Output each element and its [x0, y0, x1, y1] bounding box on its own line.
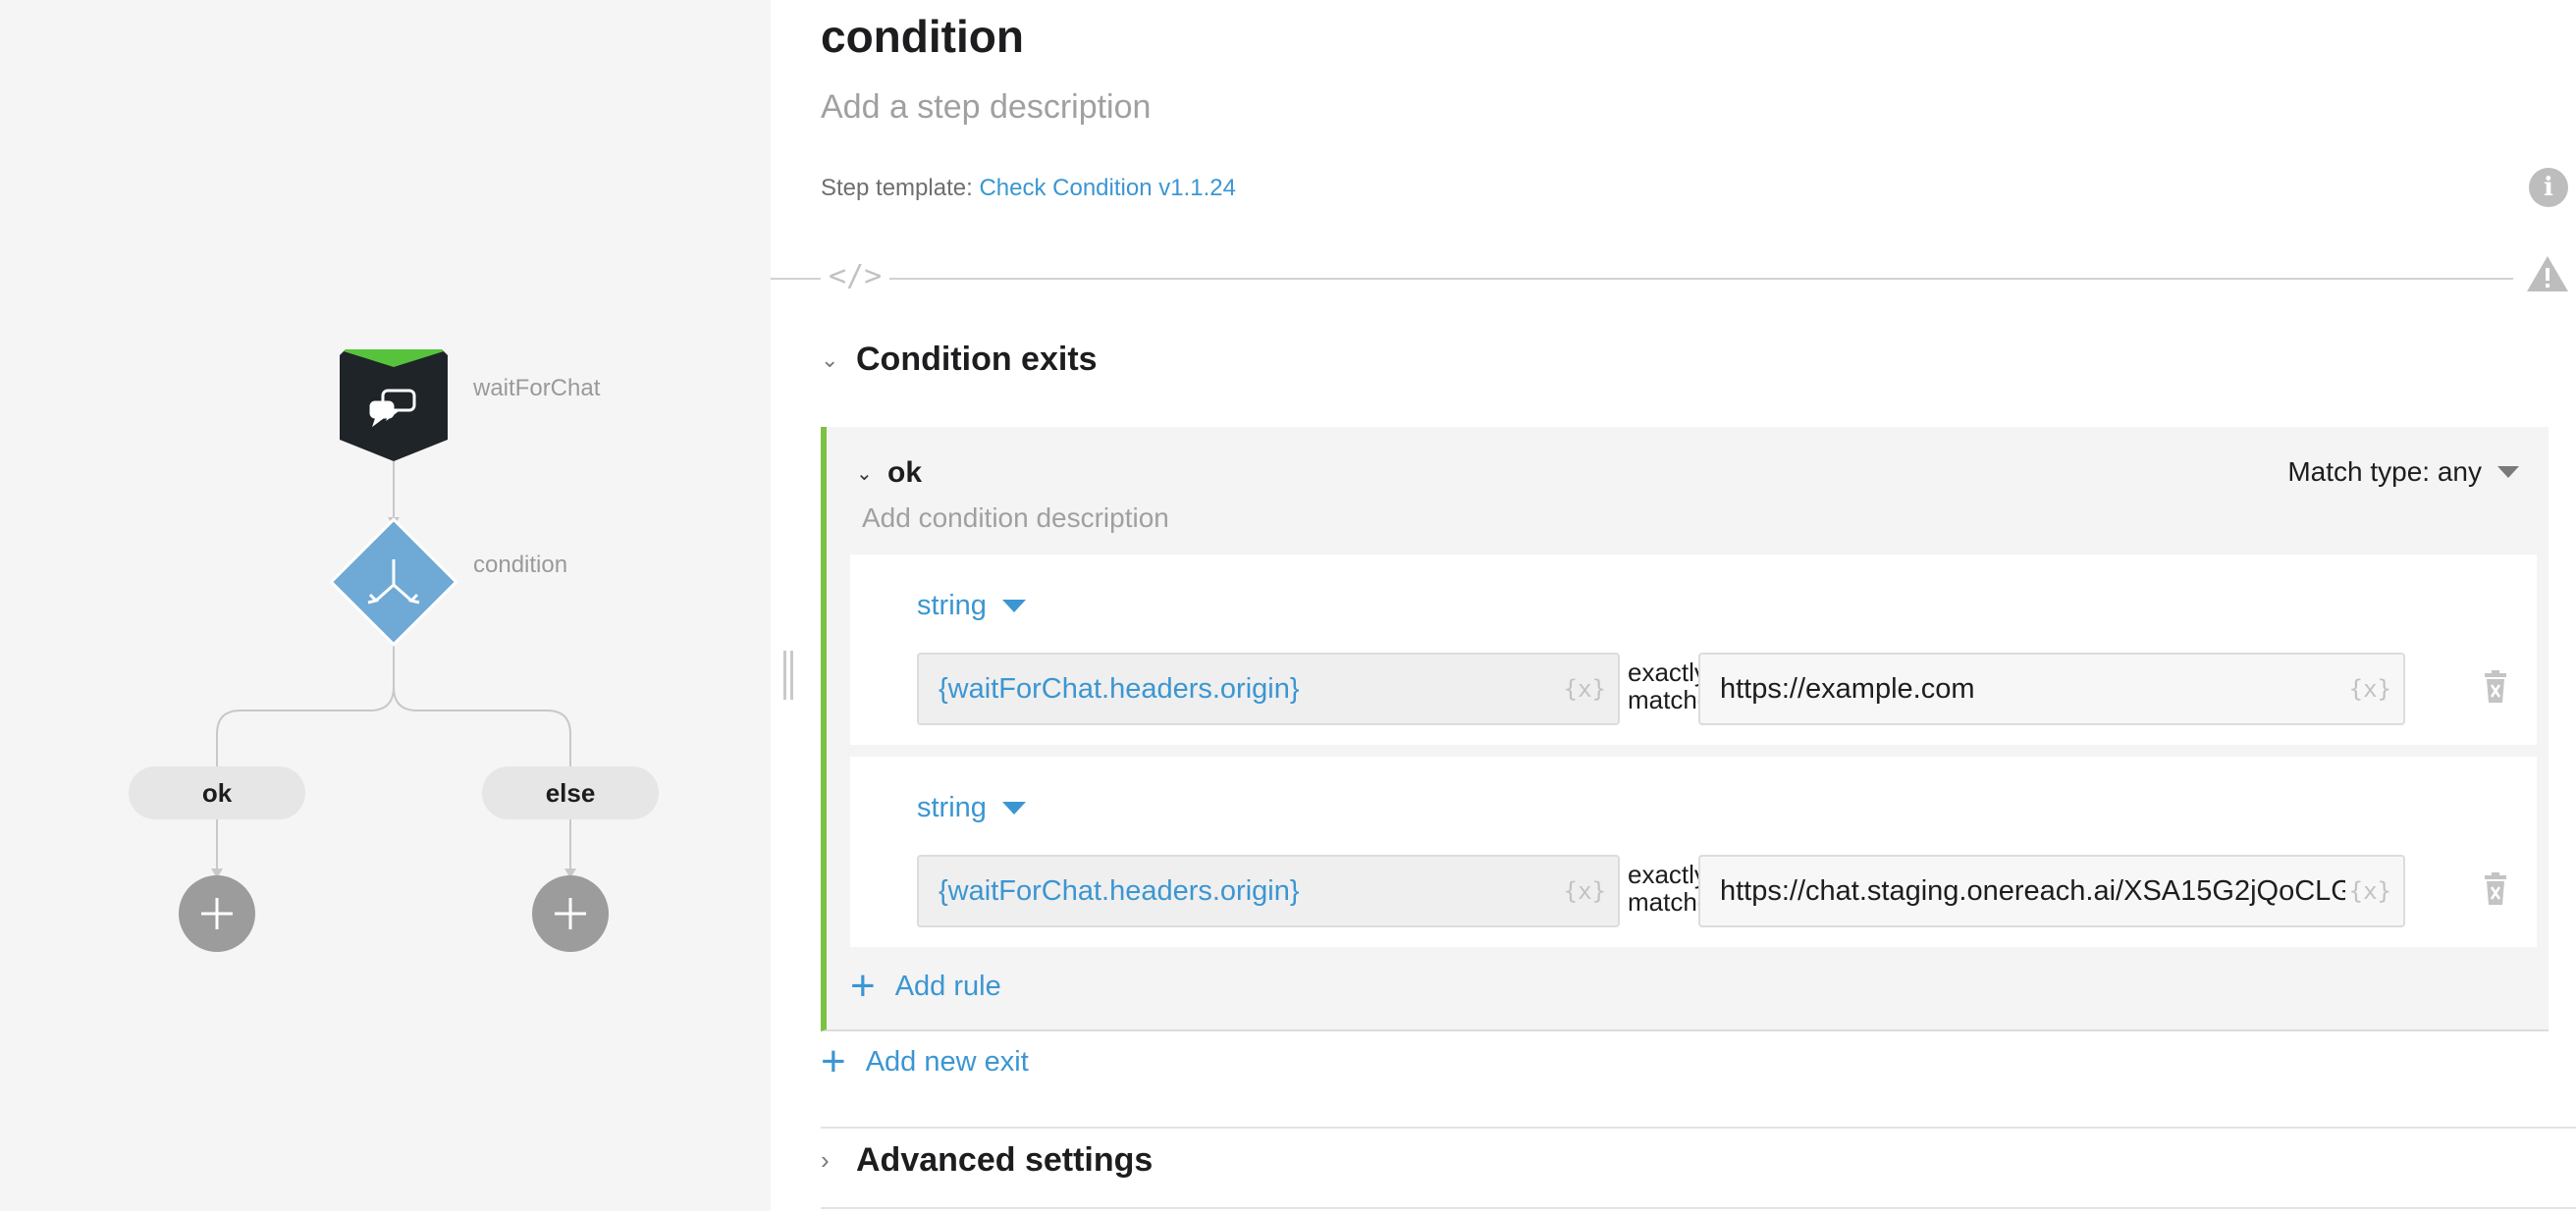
rule-left-operand-input[interactable]: {waitForChat.headers.origin} {x} [917, 855, 1620, 927]
plus-icon: + [850, 962, 876, 1010]
chevron-down-icon: ⌄ [856, 462, 873, 485]
add-rule-button[interactable]: + Add rule [850, 965, 1001, 1008]
variable-picker-icon[interactable]: {x} [2344, 675, 2391, 703]
exit-header[interactable]: ⌄ ok [856, 456, 922, 490]
step-template-link[interactable]: Check Condition v1.1.24 [979, 175, 1236, 201]
section-divider [821, 1207, 2576, 1209]
rule-right-operand-input[interactable]: https://chat.staging.onereach.ai/XSA15G2… [1698, 855, 2405, 927]
rule-operator-line1: exactly [1628, 860, 1707, 889]
section-divider [821, 1127, 2576, 1129]
exit-description-input[interactable]: Add condition description [862, 502, 1169, 534]
delete-rule-trash-icon[interactable] [2484, 670, 2507, 704]
rule-row: string {waitForChat.headers.origin} {x} … [850, 757, 2537, 947]
caret-down-icon [2497, 466, 2519, 478]
step-title[interactable]: condition [821, 10, 1024, 63]
advanced-settings-title: Advanced settings [856, 1141, 1154, 1179]
waitforchat-node-label: waitForChat [473, 375, 601, 401]
caret-down-icon [1001, 600, 1026, 612]
step-description-input[interactable]: Add a step description [821, 88, 1151, 127]
condition-exits-title: Condition exits [856, 341, 1098, 378]
rule-operator-dropdown[interactable]: exactly matches [1628, 860, 1761, 917]
code-divider [771, 278, 2513, 280]
exit-pill-ok[interactable]: ok [129, 766, 305, 819]
variable-picker-icon[interactable]: {x} [1559, 877, 1606, 905]
chevron-down-icon: ⌄ [821, 346, 839, 372]
rule-operator-line1: exactly [1628, 658, 1707, 687]
add-step-else-button[interactable] [532, 875, 609, 952]
match-type-dropdown[interactable]: Match type: any [2287, 456, 2519, 488]
rule-left-operand-value: {waitForChat.headers.origin} [939, 672, 1300, 705]
flow-connectors [211, 349, 576, 878]
rule-type-dropdown[interactable]: string [917, 792, 1026, 824]
step-template-prefix: Step template: [821, 175, 973, 201]
match-type-label: Match type: [2287, 456, 2431, 487]
rule-right-operand-value: https://example.com [1720, 672, 1975, 705]
rule-operator-line2: matches [1628, 887, 1725, 917]
code-view-toggle[interactable]: </> [821, 259, 890, 293]
add-new-exit-label: Add new exit [865, 1045, 1029, 1078]
advanced-settings-header[interactable]: › Advanced settings [821, 1141, 1153, 1180]
caret-down-icon [1001, 802, 1026, 815]
rule-right-operand-value: https://chat.staging.onereach.ai/XSA15G2… [1720, 874, 2353, 907]
add-new-exit-button[interactable]: + Add new exit [821, 1040, 1029, 1083]
rule-right-operand-input[interactable]: https://example.com {x} [1698, 653, 2405, 725]
exit-pill-else[interactable]: else [482, 766, 659, 819]
condition-node[interactable] [329, 517, 458, 647]
add-rule-label: Add rule [894, 970, 1001, 1002]
rule-row: string {waitForChat.headers.origin} {x} … [850, 554, 2537, 745]
rule-type-value: string [917, 590, 987, 621]
delete-rule-trash-icon[interactable] [2484, 872, 2507, 906]
exit-card-ok: ⌄ ok Add condition description Match typ… [821, 427, 2549, 1031]
rule-left-operand-input[interactable]: {waitForChat.headers.origin} {x} [917, 653, 1620, 725]
plus-icon: + [821, 1037, 846, 1085]
waitforchat-node[interactable] [340, 349, 448, 461]
chevron-right-icon: › [821, 1145, 830, 1175]
warning-icon[interactable] [2525, 253, 2570, 294]
info-icon[interactable]: i [2529, 168, 2568, 207]
flow-canvas[interactable]: waitForChat condition ok else [0, 0, 771, 1211]
variable-picker-icon[interactable]: {x} [2344, 877, 2391, 905]
exit-name: ok [887, 456, 923, 489]
panel-resize-handle[interactable] [781, 651, 795, 700]
condition-exits-header[interactable]: ⌄ Condition exits [821, 341, 1098, 379]
step-template-line: Step template: Check Condition v1.1.24 [821, 175, 1236, 202]
rule-operator-line2: matches [1628, 685, 1725, 714]
variable-picker-icon[interactable]: {x} [1559, 675, 1606, 703]
rule-operator-dropdown[interactable]: exactly matches [1628, 658, 1761, 714]
match-type-value: any [2437, 456, 2482, 487]
rule-type-value: string [917, 792, 987, 823]
rule-left-operand-value: {waitForChat.headers.origin} [939, 874, 1300, 907]
condition-node-label: condition [473, 552, 568, 578]
rule-type-dropdown[interactable]: string [917, 590, 1026, 622]
add-step-ok-button[interactable] [179, 875, 255, 952]
